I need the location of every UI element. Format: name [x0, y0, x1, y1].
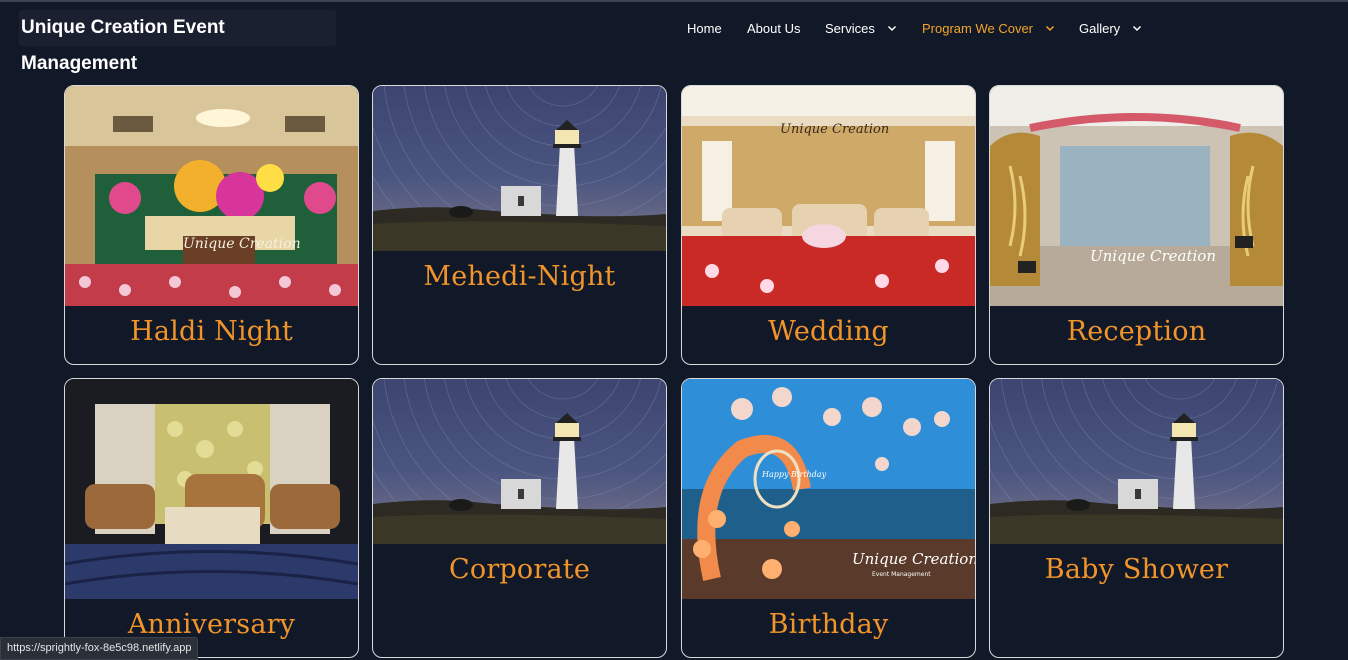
card-title: Corporate	[449, 554, 590, 585]
nav-home[interactable]: Home	[687, 19, 722, 39]
program-card-wedding[interactable]: Unique Creation Wedding	[681, 85, 976, 365]
nav-services[interactable]: Services	[825, 19, 898, 39]
nav-program-we-cover[interactable]: Program We Cover	[922, 19, 1056, 39]
chevron-down-icon	[1045, 25, 1055, 31]
card-title: Anniversary	[127, 609, 296, 640]
card-photo-lighthouse	[373, 86, 666, 251]
card-photo-birthday: Happy Birthday Unique Creation Event Man…	[682, 379, 975, 599]
wedding-watermark: Unique Creation	[780, 122, 889, 137]
card-title: Baby Shower	[1044, 554, 1229, 585]
card-title: Wedding	[768, 316, 889, 347]
chevron-down-icon	[1133, 25, 1142, 31]
haldi-watermark: Unique Creation	[183, 236, 301, 252]
birthday-watermark: Unique Creation	[852, 550, 975, 568]
program-card-anniversary[interactable]: Anniversary	[64, 378, 359, 658]
program-card-baby-shower[interactable]: Baby Shower	[989, 378, 1284, 658]
card-photo-wedding: Unique Creation	[682, 86, 975, 306]
card-photo-lighthouse	[990, 379, 1283, 544]
birthday-balloon-text: Happy Birthday	[761, 470, 827, 479]
card-photo-lighthouse	[373, 379, 666, 544]
card-title: Haldi Night	[130, 316, 293, 347]
program-card-corporate[interactable]: Corporate	[372, 378, 667, 658]
program-card-reception[interactable]: Unique Creation Reception	[989, 85, 1284, 365]
card-title: Birthday	[768, 609, 889, 640]
window-top-border	[0, 0, 1348, 2]
nav-program-label: Program We Cover	[922, 21, 1034, 36]
program-card-birthday[interactable]: Happy Birthday Unique Creation Event Man…	[681, 378, 976, 658]
chevron-down-icon	[887, 25, 896, 31]
nav-services-label: Services	[825, 21, 875, 36]
card-photo-haldi: Unique Creation	[65, 86, 358, 306]
nav-about-us[interactable]: About Us	[747, 19, 800, 39]
program-card-haldi-night[interactable]: Unique Creation Haldi Night	[64, 85, 359, 365]
card-photo-reception: Unique Creation	[990, 86, 1283, 306]
reception-watermark: Unique Creation	[1090, 247, 1216, 265]
browser-status-url: https://sprightly-fox-8e5c98.netlify.app	[0, 637, 199, 660]
card-title: Reception	[1066, 316, 1207, 347]
program-card-mehedi-night[interactable]: Mehedi-Night	[372, 85, 667, 365]
birthday-watermark-sub: Event Management	[872, 571, 931, 578]
nav-gallery-label: Gallery	[1079, 21, 1121, 36]
site-brand-title[interactable]: Unique Creation Event Management	[19, 10, 336, 74]
nav-gallery[interactable]: Gallery	[1079, 19, 1143, 39]
card-photo-anniversary	[65, 379, 358, 599]
card-title: Mehedi-Night	[423, 261, 616, 292]
